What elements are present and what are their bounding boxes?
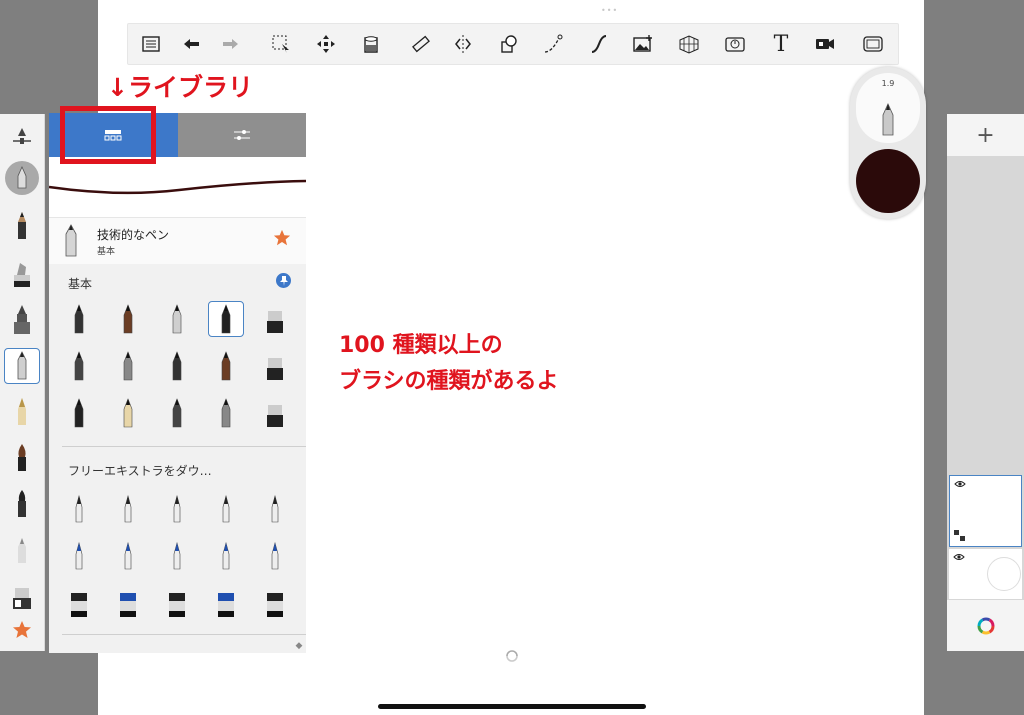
basic-brush-5[interactable] bbox=[257, 301, 293, 337]
current-brush-row[interactable]: 技術的なペン 基本 bbox=[49, 217, 306, 264]
loading-spinner-icon bbox=[505, 648, 519, 667]
marker-brush-icon[interactable] bbox=[4, 256, 40, 292]
brush-size-value: 1.9 bbox=[881, 79, 895, 88]
free-brush-6[interactable] bbox=[61, 538, 97, 574]
annotation-library-label: ↓ライブラリ bbox=[107, 73, 253, 102]
video-icon[interactable] bbox=[810, 30, 840, 58]
annotation-line-1: 100 種類以上の bbox=[339, 333, 503, 358]
free-brush-7[interactable] bbox=[110, 538, 146, 574]
list-icon[interactable] bbox=[136, 30, 166, 58]
free-brush-8[interactable] bbox=[159, 538, 195, 574]
free-brush-15[interactable] bbox=[257, 585, 293, 621]
fill-icon[interactable] bbox=[356, 30, 386, 58]
resize-handle-icon[interactable]: ◆ bbox=[292, 639, 306, 653]
basic-brush-9[interactable] bbox=[208, 348, 244, 384]
paintbrush-icon[interactable] bbox=[4, 440, 40, 476]
ink-brush-icon[interactable] bbox=[4, 486, 40, 522]
brush-color-puck: 1.9 bbox=[850, 67, 926, 219]
basic-brush-8[interactable] bbox=[159, 348, 195, 384]
basic-brush-15[interactable] bbox=[257, 395, 293, 431]
free-brush-3[interactable] bbox=[159, 491, 195, 527]
free-brush-4[interactable] bbox=[208, 491, 244, 527]
eye-icon[interactable] bbox=[954, 478, 966, 491]
fountain-pen-brush-icon[interactable] bbox=[4, 394, 40, 430]
favorite-star-icon[interactable] bbox=[273, 229, 291, 251]
undo-icon[interactable] bbox=[176, 30, 206, 58]
fullscreen-icon[interactable] bbox=[858, 30, 888, 58]
selection-icon[interactable] bbox=[266, 30, 296, 58]
curve-icon[interactable] bbox=[538, 30, 568, 58]
brush-size-puck[interactable]: 1.9 bbox=[856, 73, 920, 143]
pin-icon[interactable] bbox=[276, 273, 291, 288]
ruler-icon[interactable] bbox=[406, 30, 436, 58]
blend-mode-icon[interactable] bbox=[954, 530, 965, 541]
basic-brush-2[interactable] bbox=[110, 301, 146, 337]
free-brush-13[interactable] bbox=[159, 585, 195, 621]
brush-tip-icon bbox=[882, 103, 894, 136]
brush-size-slider-icon[interactable] bbox=[4, 118, 40, 154]
basic-brush-4[interactable] bbox=[208, 301, 244, 337]
basic-brush-3[interactable] bbox=[159, 301, 195, 337]
color-editor-button[interactable] bbox=[947, 600, 1024, 651]
add-layer-button[interactable]: + bbox=[947, 114, 1024, 156]
annotation-highlight-box bbox=[60, 106, 156, 164]
brush-opacity-puck[interactable] bbox=[4, 160, 40, 196]
technical-pen-icon bbox=[65, 224, 77, 257]
free-brush-9[interactable] bbox=[208, 538, 244, 574]
basic-brush-11[interactable] bbox=[61, 395, 97, 431]
section-divider bbox=[62, 446, 306, 447]
layer-1-thumbnail[interactable] bbox=[949, 475, 1022, 547]
free-brush-2[interactable] bbox=[110, 491, 146, 527]
basic-brush-12[interactable] bbox=[110, 395, 146, 431]
shapes-icon[interactable] bbox=[494, 30, 524, 58]
text-icon[interactable]: T bbox=[766, 30, 796, 58]
image-icon[interactable] bbox=[628, 30, 658, 58]
color-wheel-icon bbox=[977, 617, 994, 634]
stroke-preview bbox=[48, 157, 307, 217]
basic-brush-7[interactable] bbox=[110, 348, 146, 384]
symmetry-icon[interactable] bbox=[448, 30, 478, 58]
free-brush-11[interactable] bbox=[61, 585, 97, 621]
color-puck[interactable] bbox=[856, 149, 920, 213]
free-brush-12[interactable] bbox=[110, 585, 146, 621]
brush-shortcut-strip bbox=[0, 114, 45, 651]
basic-brush-14[interactable] bbox=[208, 395, 244, 431]
tab-brush-settings[interactable] bbox=[177, 113, 306, 157]
basic-brush-13[interactable] bbox=[159, 395, 195, 431]
pencil-brush-icon[interactable] bbox=[4, 208, 40, 244]
free-brush-5[interactable] bbox=[257, 491, 293, 527]
current-brush-category: 基本 bbox=[97, 247, 116, 257]
toolbar-handle[interactable]: ••• bbox=[601, 6, 618, 15]
perspective-icon[interactable] bbox=[674, 30, 704, 58]
section-free-extras-title: フリーエキストラをダウ… bbox=[68, 464, 212, 478]
annotation-line-2: ブラシの種類があるよ bbox=[339, 369, 559, 394]
home-indicator[interactable] bbox=[378, 704, 646, 709]
time-lapse-icon[interactable] bbox=[720, 30, 750, 58]
main-toolbar: T bbox=[127, 23, 899, 65]
technical-pen-brush-selected[interactable] bbox=[4, 348, 40, 384]
background-color-swatch[interactable] bbox=[987, 557, 1021, 591]
favorites-star-icon[interactable] bbox=[4, 612, 40, 648]
basic-brush-10[interactable] bbox=[257, 348, 293, 384]
free-brush-1[interactable] bbox=[61, 491, 97, 527]
basic-brush-1[interactable] bbox=[61, 301, 97, 337]
sliders-icon bbox=[233, 130, 250, 140]
current-brush-name: 技術的なペン bbox=[97, 228, 170, 242]
eye-icon[interactable] bbox=[953, 551, 965, 564]
transform-icon[interactable] bbox=[311, 30, 341, 58]
stroke-icon[interactable] bbox=[584, 30, 614, 58]
basic-brush-6[interactable] bbox=[61, 348, 97, 384]
background-layer-thumbnail[interactable] bbox=[949, 549, 1022, 599]
soft-pencil-brush-icon[interactable] bbox=[4, 532, 40, 568]
free-brush-10[interactable] bbox=[257, 538, 293, 574]
annotation-brush-count: 100 種類以上の ブラシの種類があるよ bbox=[339, 328, 559, 400]
airbrush-icon[interactable] bbox=[4, 302, 40, 338]
layers-panel: + bbox=[947, 114, 1024, 651]
free-brush-14[interactable] bbox=[208, 585, 244, 621]
eraser-brush-icon[interactable] bbox=[4, 580, 40, 616]
section-basic-title: 基本 bbox=[68, 277, 93, 291]
brush-library-panel: 技術的なペン 基本 基本 フリーエキストラをダウ… ◆ bbox=[48, 113, 307, 653]
section-divider-bottom bbox=[62, 634, 306, 635]
redo-icon[interactable] bbox=[216, 30, 246, 58]
